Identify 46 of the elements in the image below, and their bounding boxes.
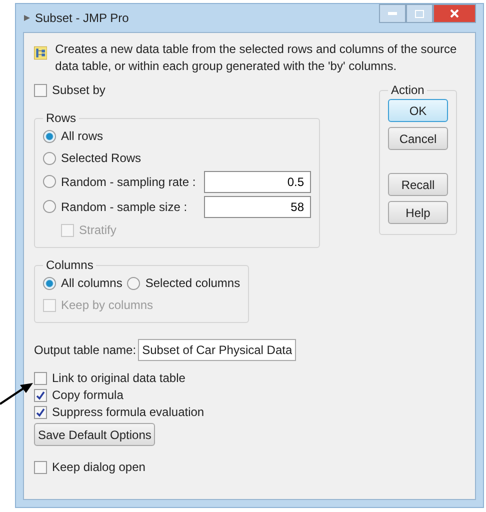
input-field[interactable]: 0.5 <box>204 170 311 192</box>
radio-button[interactable] <box>43 200 56 213</box>
dialog-button[interactable]: Cancel <box>388 127 448 150</box>
radio-label: Selected columns <box>145 276 240 290</box>
radio-label: Selected Rows <box>61 151 142 165</box>
maximize-icon <box>415 10 424 18</box>
radio-button[interactable] <box>43 152 56 164</box>
group-title: Rows <box>45 111 78 125</box>
radio-button[interactable] <box>127 276 140 290</box>
checkbox-label: Subset by <box>52 83 106 97</box>
close-button[interactable] <box>433 4 476 23</box>
checkbox-label: Stratify <box>79 223 116 237</box>
minimize-button[interactable] <box>379 4 406 23</box>
checkbox-label: Keep dialog open <box>52 460 146 474</box>
window-title: Subset - JMP Pro <box>35 11 129 25</box>
dialog-button[interactable]: OK <box>388 99 448 122</box>
checkbox[interactable] <box>34 388 47 402</box>
checkbox-label: Link to original data table <box>52 371 186 385</box>
field-label: Output table name: <box>34 343 136 357</box>
flag-icon <box>23 14 31 22</box>
output-name-field[interactable]: Subset of Car Physical Data <box>138 339 296 361</box>
maximize-button[interactable] <box>406 4 433 23</box>
radio-label: Random - sample size : <box>61 200 188 214</box>
input-field[interactable]: 58 <box>204 196 311 218</box>
radio-label: All columns <box>61 276 122 290</box>
group-title: Columns <box>45 258 94 272</box>
checkbox[interactable] <box>34 460 47 474</box>
checkbox-label: Copy formula <box>52 388 124 402</box>
dialog-button[interactable]: Help <box>388 201 448 224</box>
dialog-description: Creates a new data table from the selected rows and columns of the source data table, or within each group generated with the 'by' columns. <box>55 41 458 75</box>
minimize-icon <box>388 12 397 15</box>
radio-button[interactable] <box>43 175 56 188</box>
checkbox[interactable] <box>34 84 47 96</box>
checkbox[interactable] <box>34 406 47 418</box>
pointer-arrow <box>0 382 34 406</box>
save-defaults-button[interactable]: Save Default Options <box>34 423 156 446</box>
radio-button[interactable] <box>43 276 56 290</box>
radio-button[interactable] <box>43 130 56 142</box>
radio-label: All rows <box>61 129 104 143</box>
dialog-button[interactable]: Recall <box>388 173 448 196</box>
group-title: Action <box>390 83 426 97</box>
radio-label: Random - sampling rate : <box>61 174 197 188</box>
close-icon <box>450 9 459 18</box>
checkbox[interactable] <box>34 372 47 384</box>
checkbox-label: Suppress formula evaluation <box>52 405 204 419</box>
checkbox-label: Keep by columns <box>61 298 154 312</box>
